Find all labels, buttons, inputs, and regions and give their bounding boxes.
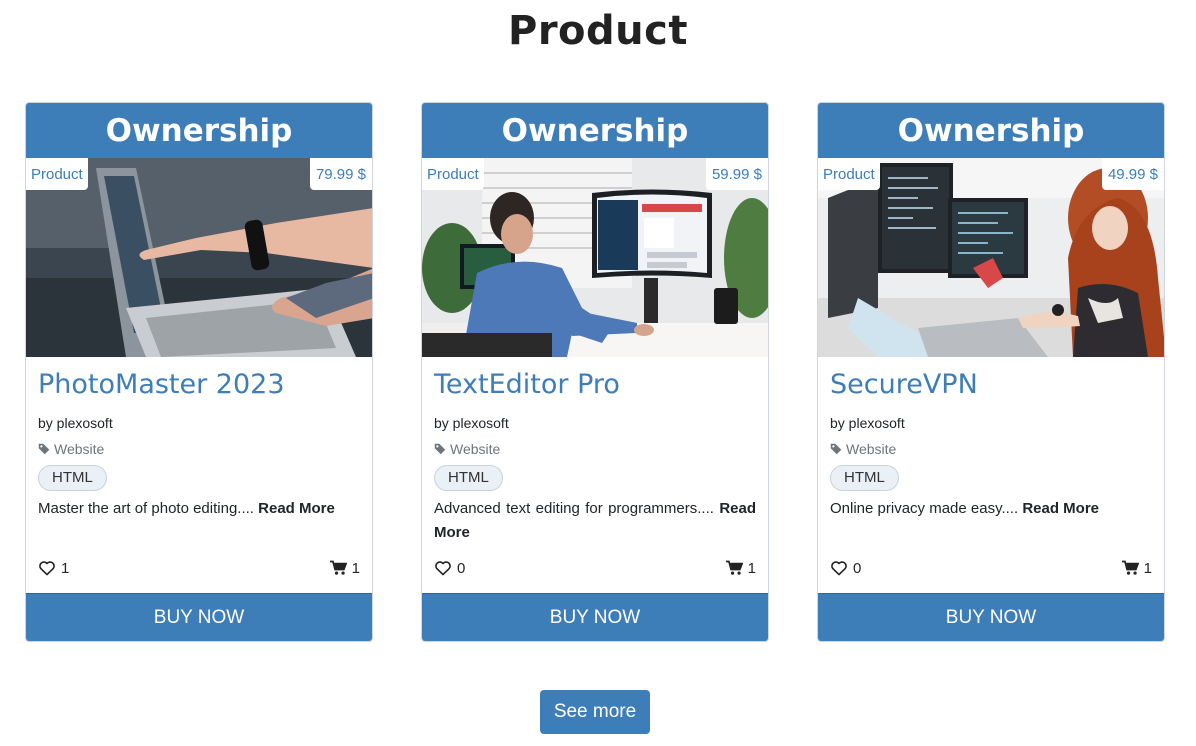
like-button[interactable]: 0 (434, 560, 465, 577)
card-stats: 0 1 (434, 557, 756, 579)
image-tag: Product (26, 158, 88, 190)
like-button[interactable]: 0 (830, 560, 861, 577)
card-body: SecureVPN by plexosoft Website HTML Onli… (818, 357, 1164, 593)
author-text: by plexosoft (38, 415, 113, 431)
description-text: Master the art of photo editing.... (38, 500, 254, 517)
cart-count: 1 (747, 559, 756, 577)
cart-count: 1 (1143, 559, 1152, 577)
cart-button[interactable]: 1 (329, 560, 360, 577)
price-badge: 59.99 $ (705, 158, 768, 190)
heart-outline-icon (831, 561, 847, 576)
product-description: Master the art of photo editing.... Read… (38, 497, 360, 521)
tag-icon (830, 443, 842, 455)
category: Website (38, 439, 360, 459)
buy-now-button[interactable]: BUY NOW (26, 593, 372, 641)
like-button[interactable]: 1 (38, 560, 69, 577)
heart-outline-icon (435, 561, 451, 576)
card-stats: 1 1 (38, 557, 360, 579)
category-label[interactable]: Website (450, 439, 500, 459)
product-image[interactable]: Product 49.99 $ (818, 158, 1164, 357)
image-tag: Product (818, 158, 880, 190)
tech-badge: HTML (38, 465, 107, 491)
tech-badge: HTML (434, 465, 503, 491)
product-image[interactable]: Product 59.99 $ (422, 158, 768, 357)
cart-button[interactable]: 1 (725, 560, 756, 577)
product-card: Ownership Product 59.99 $ TextEditor Pro… (421, 102, 769, 642)
cart-count: 1 (351, 559, 360, 577)
product-card: Ownership Product 49.99 $ SecureVPN by p… (817, 102, 1165, 642)
read-more-link[interactable]: Read More (1022, 500, 1099, 517)
like-count: 1 (61, 559, 70, 577)
see-more-button[interactable]: See more (540, 690, 650, 734)
shopping-cart-icon (329, 560, 347, 575)
cart-button[interactable]: 1 (1121, 560, 1152, 577)
like-count: 0 (853, 559, 862, 577)
card-header: Ownership (818, 103, 1164, 158)
shopping-cart-icon (1121, 560, 1139, 575)
product-image[interactable]: Product 79.99 $ (26, 158, 372, 357)
card-stats: 0 1 (830, 557, 1152, 579)
product-name[interactable]: PhotoMaster 2023 (38, 357, 360, 407)
product-card: Ownership Product 79.99 $ PhotoMaster 20… (25, 102, 373, 642)
price-badge: 49.99 $ (1101, 158, 1164, 190)
category-label[interactable]: Website (846, 439, 896, 459)
author-text: by plexosoft (434, 415, 509, 431)
product-name[interactable]: TextEditor Pro (434, 357, 756, 407)
tag-icon (38, 443, 50, 455)
product-name[interactable]: SecureVPN (830, 357, 1152, 407)
page-title: Product (508, 8, 688, 54)
description-text: Advanced text editing for programmers...… (434, 500, 714, 517)
card-body: PhotoMaster 2023 by plexosoft Website HT… (26, 357, 372, 593)
read-more-link[interactable]: Read More (258, 500, 335, 517)
card-body: TextEditor Pro by plexosoft Website HTML… (422, 357, 768, 593)
price-badge: 79.99 $ (309, 158, 372, 190)
category-label[interactable]: Website (54, 439, 104, 459)
tag-icon (434, 443, 446, 455)
author-text: by plexosoft (830, 415, 905, 431)
card-header: Ownership (26, 103, 372, 158)
shopping-cart-icon (725, 560, 743, 575)
category: Website (830, 439, 1152, 459)
tech-badge: HTML (830, 465, 899, 491)
buy-now-button[interactable]: BUY NOW (818, 593, 1164, 641)
card-header: Ownership (422, 103, 768, 158)
like-count: 0 (457, 559, 466, 577)
description-text: Online privacy made easy.... (830, 500, 1019, 517)
product-description: Online privacy made easy.... Read More (830, 497, 1152, 521)
buy-now-button[interactable]: BUY NOW (422, 593, 768, 641)
product-description: Advanced text editing for programmers...… (434, 497, 756, 545)
image-tag: Product (422, 158, 484, 190)
heart-outline-icon (39, 561, 55, 576)
category: Website (434, 439, 756, 459)
